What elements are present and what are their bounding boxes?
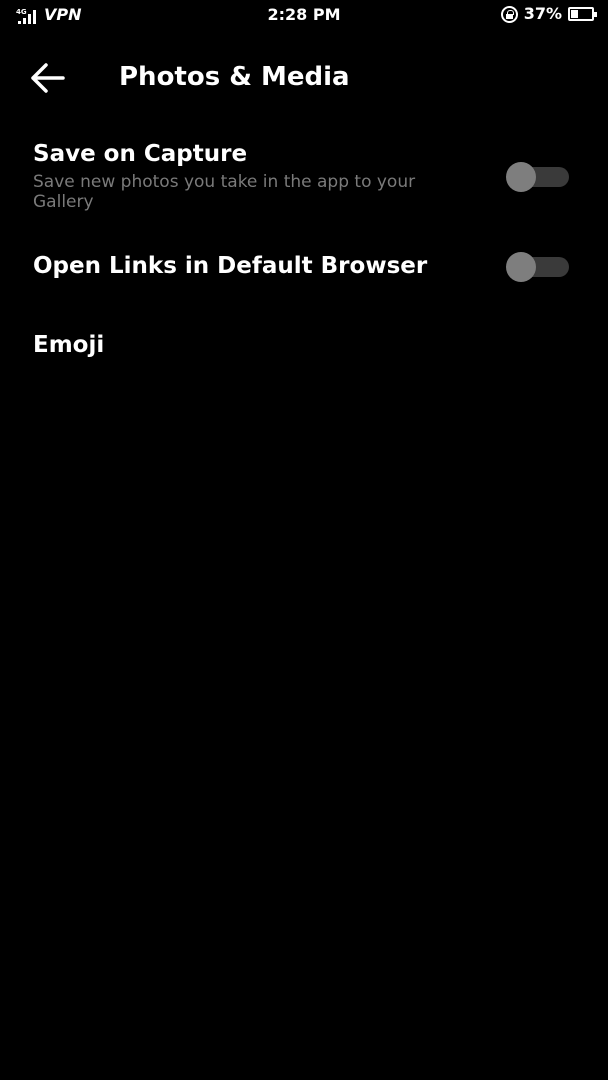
battery-icon [568,7,597,21]
setting-emoji[interactable]: Emoji [0,331,608,371]
save-on-capture-toggle[interactable] [503,158,571,194]
open-links-toggle[interactable] [503,248,571,284]
back-arrow-icon[interactable] [26,58,66,98]
setting-open-links[interactable]: Open Links in Default Browser [0,252,608,292]
status-right: 37% [500,4,597,23]
emoji-title: Emoji [33,332,105,358]
rotation-lock-icon [500,5,518,23]
screen: 4G VPN 2:28 PM 37% Photos & Media Save o… [0,0,608,1080]
header: Photos & Media [0,50,608,106]
setting-save-on-capture[interactable]: Save on Capture Save new photos you take… [0,140,608,220]
page-title: Photos & Media [119,62,350,92]
battery-level-fill [571,10,578,18]
battery-percent: 37% [523,4,562,23]
save-on-capture-title: Save on Capture [33,141,248,167]
status-bar: 4G VPN 2:28 PM 37% [0,0,608,32]
toggle-knob [506,162,536,192]
save-on-capture-description: Save new photos you take in the app to y… [33,172,416,212]
toggle-knob [506,252,536,282]
open-links-title: Open Links in Default Browser [33,253,428,279]
